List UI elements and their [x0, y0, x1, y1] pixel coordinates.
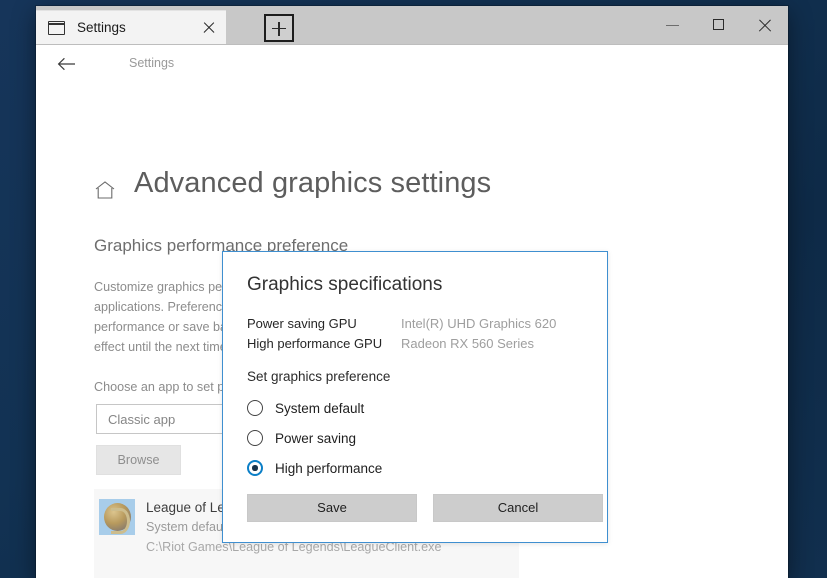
- new-tab-button[interactable]: [264, 14, 294, 42]
- app-preference-mode: System default: [146, 520, 230, 534]
- maximize-button[interactable]: [696, 6, 742, 44]
- maximize-icon: [713, 19, 724, 30]
- graphics-specifications-dialog: Graphics specifications Power saving GPU…: [222, 251, 608, 543]
- cancel-button[interactable]: Cancel: [433, 494, 603, 522]
- spec-label-power-saving: Power saving GPU: [247, 316, 357, 331]
- breadcrumb: Settings: [129, 56, 175, 70]
- tab-close-icon[interactable]: [198, 17, 220, 39]
- set-preference-label: Set graphics preference: [247, 369, 391, 384]
- settings-window: Settings Settings Advanced graphics sett…: [36, 6, 788, 578]
- close-button[interactable]: [742, 6, 788, 44]
- dialog-title: Graphics specifications: [247, 274, 443, 295]
- minimize-button[interactable]: [650, 6, 696, 44]
- back-button[interactable]: [52, 51, 82, 77]
- radio-system-default[interactable]: System default: [247, 397, 364, 419]
- tab-label: Settings: [77, 20, 126, 35]
- tab-settings[interactable]: Settings: [36, 10, 226, 44]
- back-arrow-icon: [57, 57, 75, 71]
- spec-value-high-performance: Radeon RX 560 Series: [401, 336, 534, 351]
- radio-icon: [247, 430, 263, 446]
- spec-value-power-saving: Intel(R) UHD Graphics 620: [401, 316, 557, 331]
- page-title: Advanced graphics settings: [134, 167, 492, 199]
- app-type-select-value: Classic app: [108, 412, 176, 427]
- radio-label: System default: [275, 400, 365, 416]
- radio-power-saving[interactable]: Power saving: [247, 427, 356, 449]
- radio-high-performance[interactable]: High performance: [247, 457, 382, 479]
- window-icon: [48, 20, 65, 35]
- spec-label-high-performance: High performance GPU: [247, 336, 383, 351]
- cancel-button-label: Cancel: [497, 500, 539, 515]
- radio-icon-selected: [247, 460, 263, 476]
- radio-label: Power saving: [275, 430, 357, 446]
- window-controls: [650, 6, 788, 44]
- league-of-legends-icon: [99, 499, 135, 535]
- title-bar: Settings: [36, 6, 788, 45]
- browse-button-label: Browse: [117, 453, 160, 467]
- minimize-icon: [666, 25, 679, 27]
- radio-icon: [247, 400, 263, 416]
- navigation-row: Settings: [36, 45, 788, 81]
- save-button[interactable]: Save: [247, 494, 417, 522]
- settings-page: Advanced graphics settings Graphics perf…: [36, 81, 788, 578]
- radio-label: High performance: [275, 460, 383, 476]
- home-icon[interactable]: [94, 179, 116, 201]
- save-button-label: Save: [317, 500, 347, 515]
- browse-button[interactable]: Browse: [96, 445, 181, 475]
